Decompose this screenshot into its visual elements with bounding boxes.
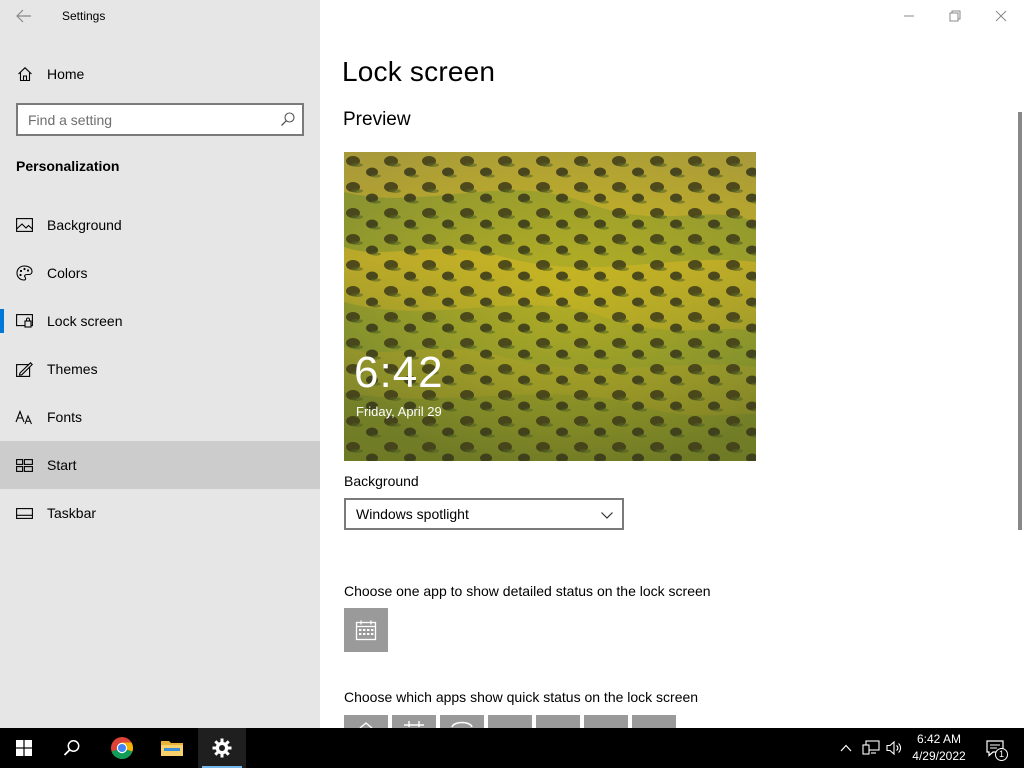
volume-icon [886,740,901,756]
settings-gear-icon [212,738,232,758]
quick-status-app-mail[interactable] [344,715,388,728]
sidebar-item-label: Start [47,457,77,473]
taskbar-clock[interactable]: 6:42 AM 4/29/2022 [906,731,972,765]
calendar-icon [355,620,377,641]
taskbar-settings-button[interactable] [198,728,246,768]
mail-icon [359,722,373,728]
restore-icon [949,10,961,22]
action-center-button[interactable]: 1 [980,728,1010,768]
minimize-button[interactable] [886,0,932,32]
background-label: Background [344,473,419,489]
scrollbar[interactable] [1018,112,1022,530]
network-icon [862,740,880,755]
sidebar-item-taskbar[interactable]: Taskbar [0,489,320,537]
close-icon [995,10,1007,22]
quick-status-app-empty[interactable] [632,715,676,728]
show-hidden-icons-button[interactable] [834,728,858,768]
titlebar: Settings [0,0,320,32]
file-explorer-icon [161,741,183,756]
quick-status-app-empty[interactable] [584,715,628,728]
sidebar-item-background[interactable]: Background [0,201,320,249]
app-title: Settings [62,9,106,23]
sidebar-item-label: Fonts [47,409,83,425]
chrome-icon [111,737,133,759]
home-nav-item[interactable]: Home [0,56,320,92]
chevron-down-icon [600,508,614,522]
quick-status-label: Choose which apps show quick status on t… [344,689,699,705]
taskbar-search-button[interactable] [48,728,96,768]
sidebar-item-colors[interactable]: Colors [0,249,320,297]
taskbar-chrome-button[interactable] [98,728,146,768]
start-button[interactable] [0,728,48,768]
search-input[interactable] [18,105,268,134]
themes-icon [15,360,33,378]
back-button[interactable] [12,6,36,26]
page-title: Lock screen [342,56,496,87]
lock-screen-preview: 6:42 Friday, April 29 [344,152,756,461]
home-icon [16,65,34,83]
fonts-icon [15,408,33,426]
network-button[interactable] [859,728,883,768]
minimize-icon [904,15,914,17]
quick-status-apps [344,715,680,728]
sidebar: Settings Home Personalization Background… [0,0,320,728]
sidebar-item-fonts[interactable]: Fonts [0,393,320,441]
section-title: Personalization [16,158,120,174]
nav-list: Background Colors Lock screen Themes Fon… [0,201,320,537]
sidebar-item-themes[interactable]: Themes [0,345,320,393]
windows-start-icon [16,740,32,756]
volume-button[interactable] [883,728,907,768]
home-label: Home [47,66,85,82]
quick-status-app-chat[interactable] [440,715,484,728]
sidebar-item-label: Colors [47,265,88,281]
sidebar-item-label: Taskbar [47,505,97,521]
clock-time: 6:42 AM [916,732,962,746]
taskbar-icon [15,504,33,522]
preview-date: Friday, April 29 [356,404,442,419]
background-dropdown-value: Windows spotlight [356,506,469,522]
search-icon [63,740,80,756]
sidebar-item-label: Lock screen [47,313,123,329]
background-dropdown[interactable]: Windows spotlight [344,498,624,530]
maximize-button[interactable] [932,0,978,32]
selection-indicator [0,309,4,333]
sidebar-item-label: Background [47,217,122,233]
back-arrow-icon [16,9,31,23]
start-icon [15,456,33,474]
notification-badge: 1 [995,748,1008,761]
search-box[interactable] [16,103,304,136]
preview-time: 6:42 [354,348,444,397]
sidebar-item-start[interactable]: Start [0,441,320,489]
chevron-up-icon [840,744,852,752]
lock-screen-icon [15,312,33,330]
detailed-status-app-button[interactable] [344,608,388,652]
taskbar-file-explorer-button[interactable] [148,728,196,768]
clock-date: 4/29/2022 [912,749,966,763]
preview-heading: Preview [343,109,411,130]
detailed-status-label: Choose one app to show detailed status o… [344,583,711,599]
sidebar-item-lock-screen[interactable]: Lock screen [0,297,320,345]
close-button[interactable] [978,0,1024,32]
picture-icon [15,216,33,234]
sidebar-item-label: Themes [47,361,98,377]
search-icon[interactable] [280,111,296,127]
palette-icon [15,264,33,282]
quick-status-app-calendar[interactable] [392,715,436,728]
taskbar: 6:42 AM 4/29/2022 1 [0,728,1024,768]
chat-icon [451,721,473,728]
calendar-icon [404,721,424,727]
quick-status-app-empty[interactable] [536,715,580,728]
quick-status-app-empty[interactable] [488,715,532,728]
